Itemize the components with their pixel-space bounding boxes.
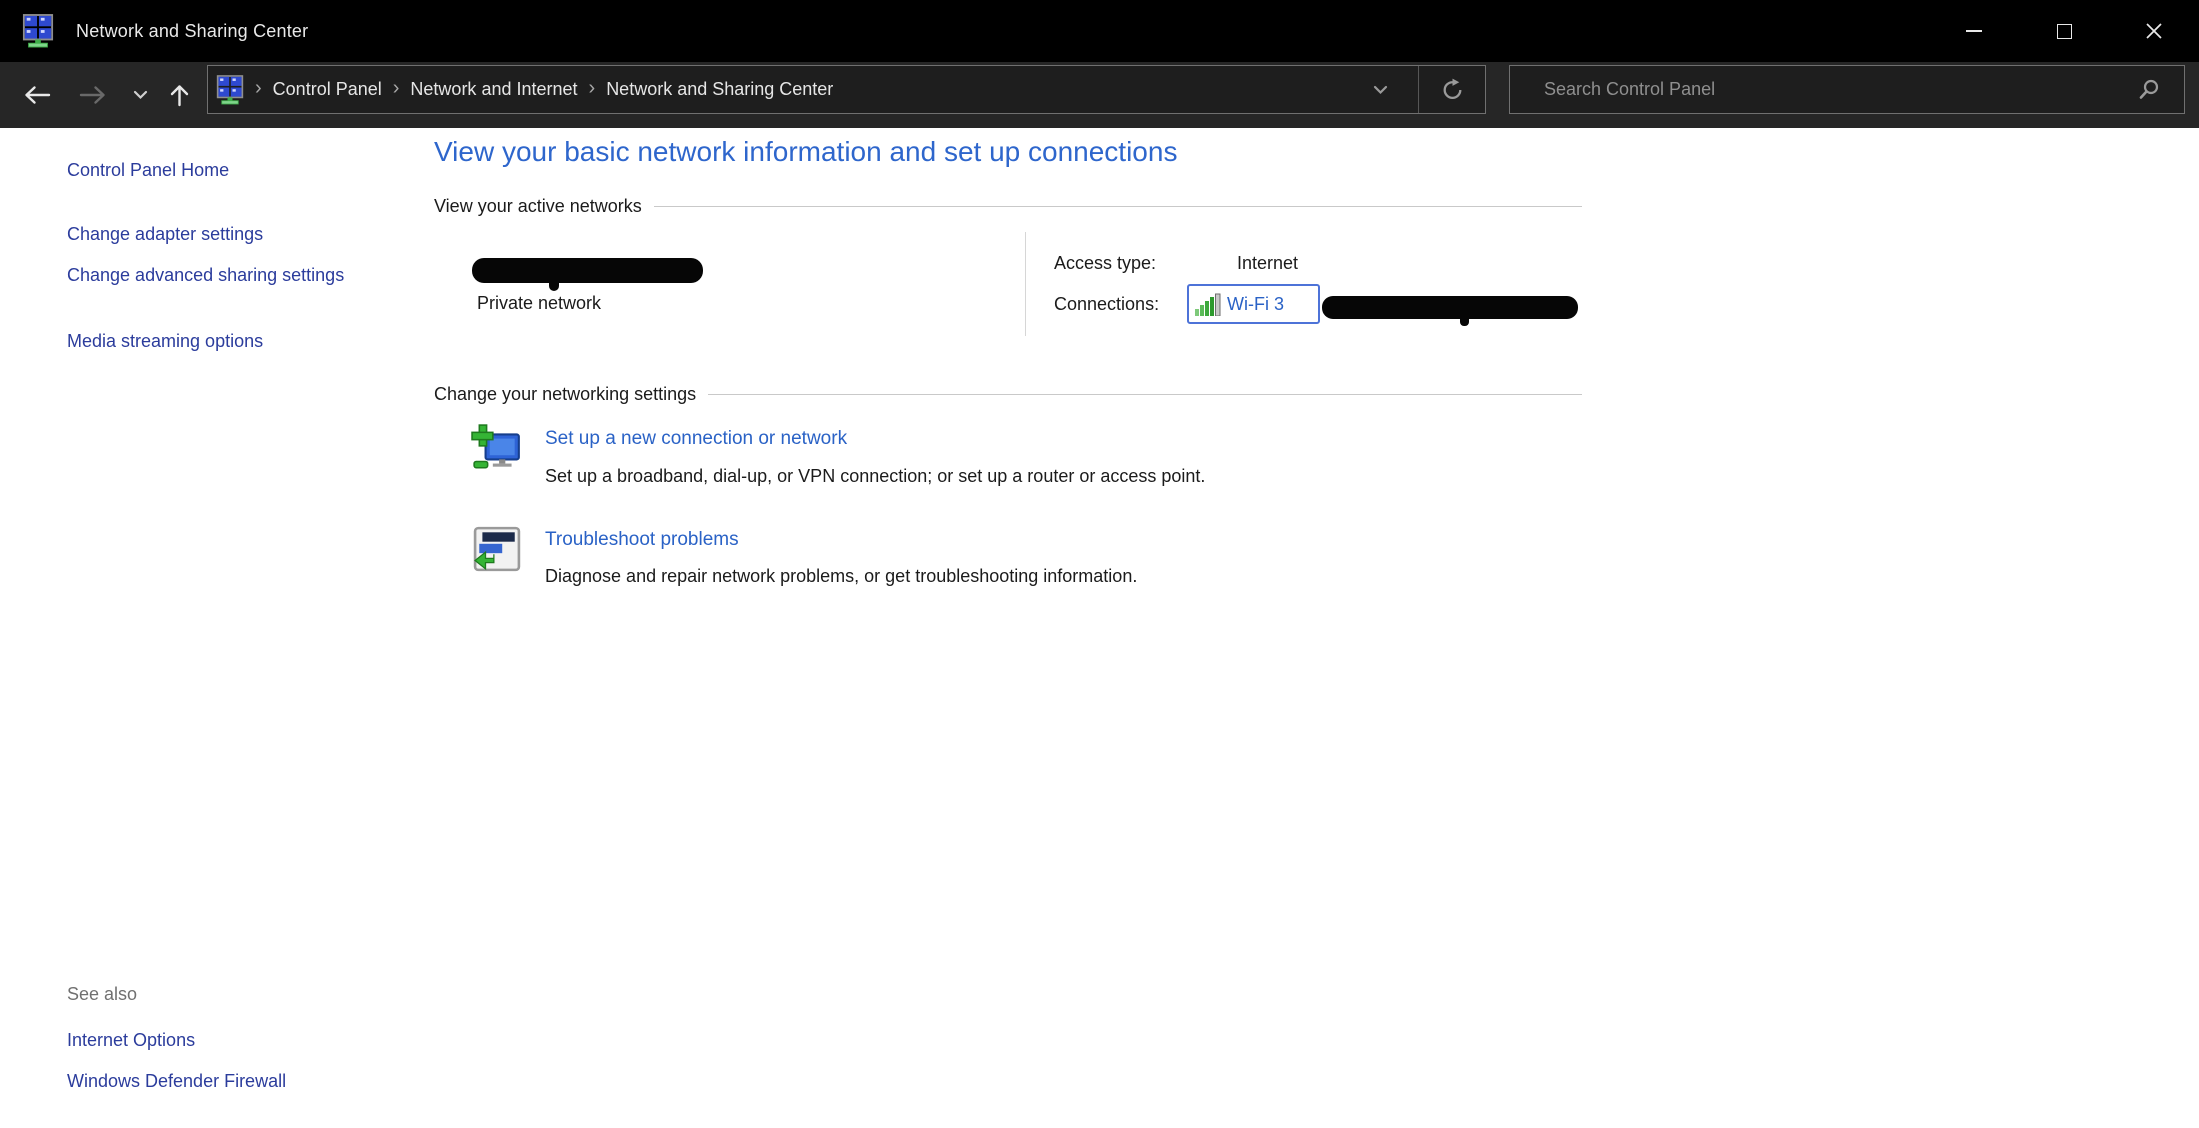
chevron-down-icon <box>133 90 148 100</box>
network-icon <box>216 75 244 105</box>
connections-label: Connections: <box>1054 294 1159 315</box>
window-controls <box>1929 0 2199 62</box>
refresh-button[interactable] <box>1419 66 1485 113</box>
close-button[interactable] <box>2109 0 2199 62</box>
content-area: Control Panel Home Change adapter settin… <box>0 128 2199 1128</box>
search-box <box>1509 65 2185 114</box>
wifi-signal-icon <box>1195 293 1221 316</box>
sidebar-item-windows-defender-firewall[interactable]: Windows Defender Firewall <box>67 1067 286 1095</box>
breadcrumb-separator: › <box>255 78 262 101</box>
magnifier-icon[interactable] <box>2137 78 2160 101</box>
access-type-label: Access type: <box>1054 253 1156 274</box>
wifi-connection-link[interactable]: Wi-Fi 3 <box>1227 294 1284 315</box>
see-also-header: See also <box>67 984 137 1005</box>
breadcrumb-control-panel[interactable]: Control Panel <box>273 79 382 100</box>
up-button[interactable] <box>169 83 190 107</box>
sidebar-item-change-advanced-sharing-settings[interactable]: Change advanced sharing settings <box>67 261 352 289</box>
chevron-down-icon <box>1373 85 1388 95</box>
setup-connection-link[interactable]: Set up a new connection or network <box>545 428 847 450</box>
minimize-icon <box>1966 30 1982 32</box>
search-input[interactable] <box>1544 66 2124 113</box>
sidebar-item-change-adapter-settings[interactable]: Change adapter settings <box>67 220 263 248</box>
forward-button[interactable] <box>79 85 107 106</box>
wifi-connection-link-focus[interactable]: Wi-Fi 3 <box>1187 284 1320 324</box>
new-connection-icon <box>471 424 523 474</box>
section-title: Change your networking settings <box>434 384 696 405</box>
setup-connection-description: Set up a broadband, dial-up, or VPN conn… <box>545 466 1205 487</box>
close-icon <box>2145 22 2163 40</box>
troubleshoot-description: Diagnose and repair network problems, or… <box>545 566 1137 587</box>
troubleshoot-link[interactable]: Troubleshoot problems <box>545 529 739 551</box>
redaction-mark <box>549 278 559 291</box>
window-title: Network and Sharing Center <box>76 21 308 42</box>
redaction-mark <box>1460 316 1469 326</box>
network-profile-label: Private network <box>477 293 601 314</box>
redacted-network-name <box>472 258 703 283</box>
recent-pages-button[interactable] <box>133 90 148 100</box>
page-title: View your basic network information and … <box>434 136 1177 168</box>
maximize-button[interactable] <box>2019 0 2109 62</box>
title-bar: Network and Sharing Center <box>0 0 2199 62</box>
troubleshoot-icon <box>473 526 521 572</box>
access-type-value: Internet <box>1237 253 1298 274</box>
sidebar-item-control-panel-home[interactable]: Control Panel Home <box>67 156 229 184</box>
breadcrumb-separator: › <box>589 78 596 101</box>
sidebar-item-media-streaming-options[interactable]: Media streaming options <box>67 327 263 355</box>
active-networks-section-header: View your active networks <box>434 196 1582 217</box>
section-title: View your active networks <box>434 196 642 217</box>
address-bar[interactable]: › Control Panel › Network and Internet ›… <box>207 65 1486 114</box>
back-icon <box>23 85 51 106</box>
column-divider <box>1025 232 1026 336</box>
redacted-connection-detail <box>1322 296 1578 319</box>
networking-settings-section-header: Change your networking settings <box>434 384 1582 405</box>
breadcrumb-network-and-internet[interactable]: Network and Internet <box>410 79 577 100</box>
up-icon <box>169 83 190 107</box>
navigation-toolbar: › Control Panel › Network and Internet ›… <box>0 62 2199 128</box>
refresh-icon <box>1440 77 1465 102</box>
forward-icon <box>79 85 107 106</box>
back-button[interactable] <box>23 85 51 106</box>
section-rule <box>654 206 1582 207</box>
maximize-icon <box>2057 24 2072 39</box>
network-icon <box>22 14 54 48</box>
breadcrumb-network-and-sharing-center[interactable]: Network and Sharing Center <box>606 79 833 100</box>
breadcrumb-separator: › <box>393 78 400 101</box>
address-dropdown-button[interactable] <box>1358 66 1402 113</box>
section-rule <box>708 394 1582 395</box>
minimize-button[interactable] <box>1929 0 2019 62</box>
sidebar-item-internet-options[interactable]: Internet Options <box>67 1026 195 1054</box>
